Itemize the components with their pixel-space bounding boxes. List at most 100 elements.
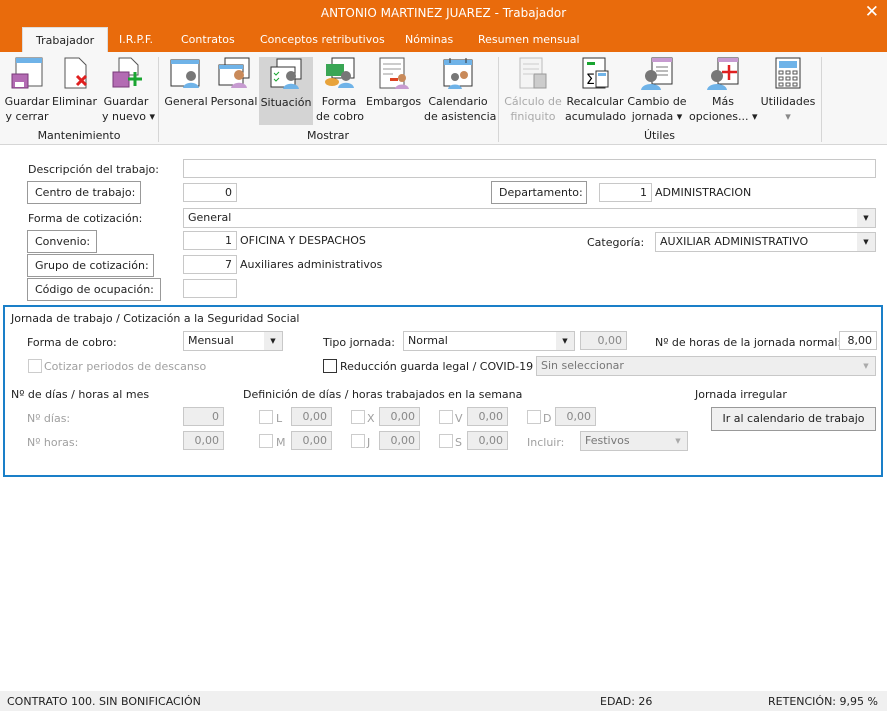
chevron-down-icon: ▼ xyxy=(264,332,282,350)
forma-cobro-label: Forma de cobro: xyxy=(27,336,117,349)
save-new-icon xyxy=(112,57,142,88)
grupo-cotizacion-button[interactable]: Grupo de cotización: xyxy=(27,254,154,277)
incluir-select[interactable]: Festivos ▼ xyxy=(580,431,688,451)
forma-cobro-button[interactable]: Forma de cobro xyxy=(316,56,364,124)
n-dias-label: Nº días: xyxy=(27,412,71,425)
group-mostrar: Mostrar xyxy=(306,129,350,142)
horas-normal-input[interactable]: 8,00 xyxy=(839,331,877,350)
status-contrato: CONTRATO 100. SIN BONIFICACIÓN xyxy=(7,695,201,708)
chevron-down-icon: ▼ xyxy=(857,357,875,375)
tipo-jornada-select[interactable]: Normal ▼ xyxy=(403,331,575,351)
convenio-button[interactable]: Convenio: xyxy=(27,230,97,253)
day-m-input[interactable]: 0,00 xyxy=(291,431,332,450)
reduccion-checkbox[interactable] xyxy=(323,359,337,373)
cotizar-descanso-checkbox[interactable] xyxy=(28,359,42,373)
utilidades-button[interactable]: Utilidades ▾ xyxy=(760,56,816,124)
tab-irpf[interactable]: I.R.P.F. xyxy=(119,33,153,46)
calendario-asistencia-button[interactable]: Calendario de asistencia xyxy=(424,56,496,124)
ribbon: Guardar y cerrar Eliminar Guardar y nuevo … xyxy=(0,52,887,145)
codigo-ocupacion-button[interactable]: Código de ocupación: xyxy=(27,278,161,301)
chevron-down-icon: ▼ xyxy=(857,233,875,251)
definicion-title: Definición de días / horas trabajados en… xyxy=(243,388,523,401)
day-d-label: D xyxy=(543,412,552,425)
centro-trabajo-input[interactable]: 0 xyxy=(183,183,237,202)
day-l-label: L xyxy=(276,412,283,425)
embargos-button[interactable]: Embargos xyxy=(366,56,421,124)
descripcion-label: Descripción del trabajo: xyxy=(28,163,159,176)
forma-cotizacion-label: Forma de cotización: xyxy=(28,212,143,225)
day-s-checkbox[interactable] xyxy=(439,434,453,448)
departamento-name: ADMINISTRACION xyxy=(655,186,752,199)
mas-opciones-button[interactable]: Más opciones... ▾ xyxy=(689,56,758,124)
tab-resumen[interactable]: Resumen mensual xyxy=(478,33,580,46)
calendar-icon xyxy=(443,58,473,89)
day-v-checkbox[interactable] xyxy=(439,410,453,424)
group-utiles: Útiles xyxy=(644,129,675,142)
eliminar-button[interactable]: Eliminar xyxy=(52,56,97,124)
codigo-ocupacion-input[interactable] xyxy=(183,279,237,298)
calendario-trabajo-button[interactable]: Ir al calendario de trabajo xyxy=(711,407,876,431)
dias-horas-title: Nº de días / horas al mes xyxy=(11,388,150,401)
departamento-input[interactable]: 1 xyxy=(599,183,652,202)
day-s-input[interactable]: 0,00 xyxy=(467,431,508,450)
day-l-checkbox[interactable] xyxy=(259,410,273,424)
general-button[interactable]: General xyxy=(164,56,208,124)
day-s-label: S xyxy=(455,436,462,449)
day-x-checkbox[interactable] xyxy=(351,410,365,424)
personal-button[interactable]: Personal xyxy=(210,56,258,124)
embargos-icon xyxy=(379,57,409,89)
general-icon xyxy=(170,59,200,88)
cambio-jornada-button[interactable]: Cambio de jornada ▾ xyxy=(627,56,687,124)
day-m-checkbox[interactable] xyxy=(259,434,273,448)
day-j-checkbox[interactable] xyxy=(351,434,365,448)
guardar-nuevo-button[interactable]: Guardar y nuevo ▾ xyxy=(102,56,155,124)
chevron-down-icon: ▼ xyxy=(556,332,574,350)
separator xyxy=(821,57,822,142)
tipo-jornada-pct-input[interactable]: 0,00 xyxy=(580,331,627,350)
svg-text:Σ: Σ xyxy=(586,72,595,88)
n-horas-input[interactable]: 0,00 xyxy=(183,431,224,450)
irregular-title: Jornada irregular xyxy=(695,388,787,401)
convenio-input[interactable]: 1 xyxy=(183,231,237,250)
day-d-input[interactable]: 0,00 xyxy=(555,407,596,426)
situacion-button[interactable]: Situación xyxy=(259,57,313,125)
tab-nominas[interactable]: Nóminas xyxy=(405,33,453,46)
incluir-label: Incluir: xyxy=(527,436,565,449)
tipo-jornada-label: Tipo jornada: xyxy=(323,336,395,349)
day-v-input[interactable]: 0,00 xyxy=(467,407,508,426)
tab-contratos[interactable]: Contratos xyxy=(181,33,235,46)
tab-conceptos[interactable]: Conceptos retributivos xyxy=(260,33,385,46)
n-dias-input[interactable]: 0 xyxy=(183,407,224,426)
calculo-finiquito-button[interactable]: Cálculo de finiquito xyxy=(503,56,563,124)
status-bar: CONTRATO 100. SIN BONIFICACIÓN EDAD: 26 … xyxy=(0,691,887,711)
finiquito-icon xyxy=(519,57,547,89)
guardar-cerrar-button[interactable]: Guardar y cerrar xyxy=(3,56,51,124)
jornada-title: Jornada de trabajo / Cotización a la Seg… xyxy=(11,312,300,325)
recalcular-acumulado-button[interactable]: Σ Recalcular acumulado xyxy=(565,56,626,124)
cotizar-descanso-label: Cotizar periodos de descanso xyxy=(44,360,207,373)
descripcion-input[interactable] xyxy=(183,159,876,178)
tab-trabajador[interactable]: Trabajador xyxy=(22,27,109,52)
categoria-select[interactable]: AUXILIAR ADMINISTRATIVO ▼ xyxy=(655,232,876,252)
forma-cotizacion-select[interactable]: General ▼ xyxy=(183,208,876,228)
day-x-input[interactable]: 0,00 xyxy=(379,407,420,426)
forma-cobro-select[interactable]: Mensual ▼ xyxy=(183,331,283,351)
close-icon[interactable]: ✕ xyxy=(865,2,879,22)
day-l-input[interactable]: 0,00 xyxy=(291,407,332,426)
horas-normal-label: Nº de horas de la jornada normal: xyxy=(655,336,842,349)
day-m-label: M xyxy=(276,436,286,449)
departamento-button[interactable]: Departamento: xyxy=(491,181,587,204)
cambio-jornada-icon xyxy=(641,57,673,90)
reduccion-select[interactable]: Sin seleccionar ▼ xyxy=(536,356,876,376)
day-j-label: J xyxy=(367,436,371,449)
day-j-input[interactable]: 0,00 xyxy=(379,431,420,450)
day-d-checkbox[interactable] xyxy=(527,410,541,424)
status-retencion: RETENCIÓN: 9,95 % xyxy=(768,695,878,708)
grupo-cotizacion-input[interactable]: 7 xyxy=(183,255,237,274)
chevron-down-icon: ▼ xyxy=(857,209,875,227)
calculator-icon xyxy=(775,57,801,89)
centro-trabajo-button[interactable]: Centro de trabajo: xyxy=(27,181,141,204)
grupo-cotizacion-name: Auxiliares administrativos xyxy=(240,258,383,271)
mas-opciones-icon xyxy=(707,57,739,90)
n-horas-label: Nº horas: xyxy=(27,436,79,449)
